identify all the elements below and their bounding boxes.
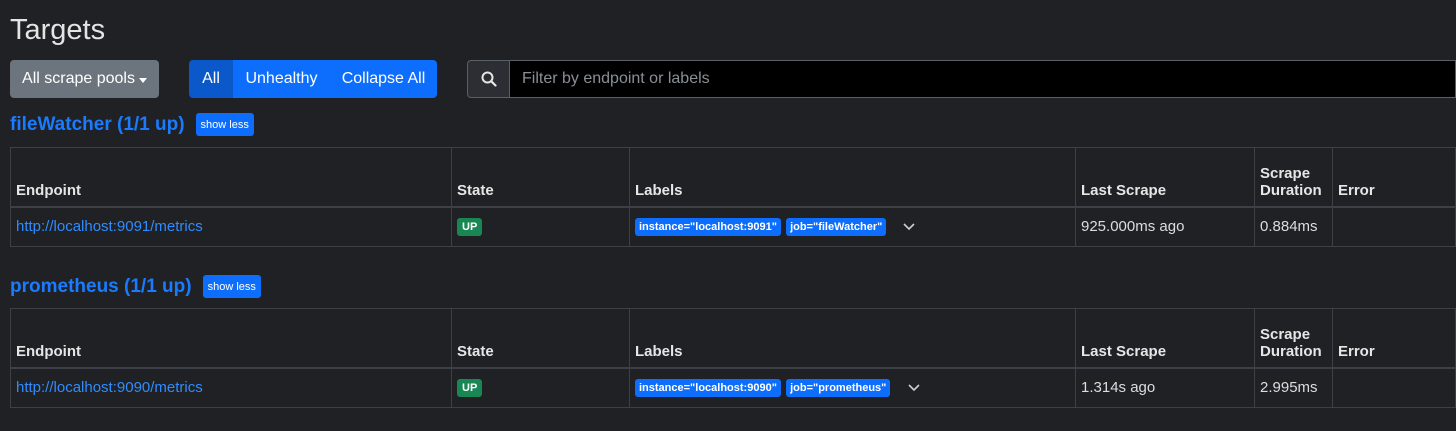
page-title: Targets — [10, 14, 106, 46]
pool-header-filewatcher: fileWatcher (1/1 up) show less — [10, 113, 254, 136]
header-error: Error — [1332, 147, 1456, 207]
scrape-pool-dropdown[interactable]: All scrape pools — [10, 60, 159, 98]
labels-cell: instance="localhost:9090" job="prometheu… — [629, 367, 1076, 408]
endpoint-cell: http://localhost:9090/metrics — [10, 367, 452, 408]
filter-unhealthy-button[interactable]: Unhealthy — [233, 60, 330, 98]
header-endpoint: Endpoint — [10, 308, 452, 368]
header-labels: Labels — [629, 308, 1076, 368]
pool-title[interactable]: fileWatcher (1/1 up) — [10, 114, 185, 136]
label-badge: job="prometheus" — [786, 379, 891, 398]
toolbar: All scrape pools All Unhealthy Collapse … — [10, 60, 1456, 98]
header-last-scrape: Last Scrape — [1075, 147, 1255, 207]
filter-all-button[interactable]: All — [189, 60, 233, 98]
table-header-row: Endpoint State Labels Last Scrape Scrape… — [10, 308, 1456, 368]
header-endpoint: Endpoint — [10, 147, 452, 207]
labels-cell: instance="localhost:9091" job="fileWatch… — [629, 206, 1076, 247]
status-badge: UP — [457, 218, 483, 237]
header-scrape-duration: Scrape Duration — [1254, 308, 1333, 368]
header-last-scrape: Last Scrape — [1075, 308, 1255, 368]
pool-title[interactable]: prometheus (1/1 up) — [10, 276, 192, 298]
header-state: State — [451, 308, 630, 368]
caret-down-icon — [138, 77, 147, 83]
error-cell — [1332, 367, 1456, 408]
header-scrape-duration: Scrape Duration — [1254, 147, 1333, 207]
error-cell — [1332, 206, 1456, 247]
scrape-duration-cell: 2.995ms — [1254, 367, 1333, 408]
search-input[interactable] — [509, 60, 1456, 98]
header-labels: Labels — [629, 147, 1076, 207]
header-state: State — [451, 147, 630, 207]
collapse-all-button[interactable]: Collapse All — [330, 60, 437, 98]
chevron-down-icon[interactable] — [903, 218, 916, 235]
table-row: http://localhost:9091/metrics UP instanc… — [10, 206, 1456, 247]
header-error: Error — [1332, 308, 1456, 368]
status-badge: UP — [457, 379, 483, 398]
pool-header-prometheus: prometheus (1/1 up) show less — [10, 275, 261, 298]
state-cell: UP — [451, 367, 630, 408]
endpoint-link[interactable]: http://localhost:9091/metrics — [16, 218, 203, 235]
endpoint-cell: http://localhost:9091/metrics — [10, 206, 452, 247]
chevron-down-icon[interactable] — [907, 379, 920, 396]
health-filter-group: All Unhealthy Collapse All — [189, 60, 437, 98]
last-scrape-cell: 925.000ms ago — [1075, 206, 1255, 247]
endpoint-link[interactable]: http://localhost:9090/metrics — [16, 379, 203, 396]
label-badge: instance="localhost:9091" — [635, 218, 781, 237]
scrape-duration-cell: 0.884ms — [1254, 206, 1333, 247]
show-less-button[interactable]: show less — [195, 113, 254, 136]
label-badge: job="fileWatcher" — [786, 218, 887, 237]
table-row: http://localhost:9090/metrics UP instanc… — [10, 367, 1456, 408]
label-badge: instance="localhost:9090" — [635, 379, 781, 398]
show-less-button[interactable]: show less — [202, 275, 261, 298]
scrape-pool-label: All scrape pools — [22, 70, 135, 87]
targets-table-prometheus: Endpoint State Labels Last Scrape Scrape… — [10, 308, 1456, 408]
search-group — [467, 60, 1456, 98]
state-cell: UP — [451, 206, 630, 247]
targets-table-filewatcher: Endpoint State Labels Last Scrape Scrape… — [10, 147, 1456, 247]
table-header-row: Endpoint State Labels Last Scrape Scrape… — [10, 147, 1456, 207]
search-icon — [467, 60, 509, 98]
last-scrape-cell: 1.314s ago — [1075, 367, 1255, 408]
